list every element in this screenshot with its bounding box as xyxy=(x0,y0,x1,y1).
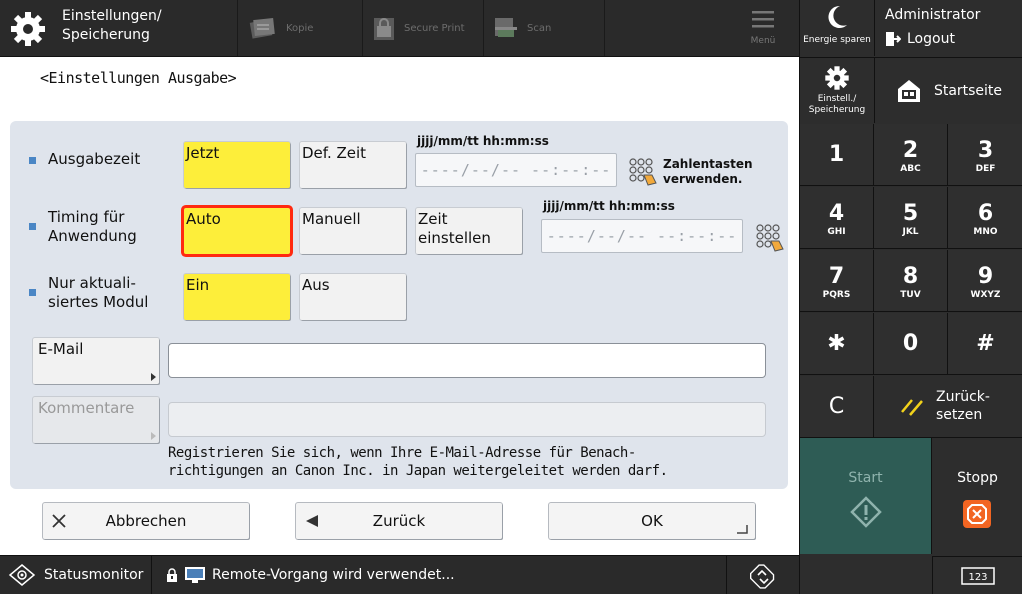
keypad-123-icon: 123 xyxy=(961,567,995,585)
option-auto[interactable]: Auto xyxy=(184,208,290,254)
user-box: Administrator Logout xyxy=(874,0,1022,56)
bullet-icon xyxy=(29,157,36,164)
energy-saver-button[interactable]: Energie sparen xyxy=(800,0,874,56)
timing-datetime-field[interactable]: ----/--/-- --:--:-- xyxy=(541,219,743,253)
info-text: Registrieren Sie sich, wenn Ihre E-Mail-… xyxy=(168,445,668,479)
arrow-right-icon xyxy=(151,373,156,381)
back-button[interactable]: Zurück xyxy=(296,503,502,539)
option-def-zeit[interactable]: Def. Zeit xyxy=(300,142,406,188)
stop-icon xyxy=(963,500,991,528)
back-arrow-icon xyxy=(306,515,318,527)
ausgabezeit-datetime-field[interactable]: ----/--/-- --:--:-- xyxy=(415,153,617,187)
remote-operation-button[interactable] xyxy=(726,556,799,594)
moon-icon xyxy=(828,5,847,28)
key-0[interactable]: 0 xyxy=(874,313,948,375)
copy-function-button[interactable]: Kopie xyxy=(248,0,313,56)
settings-register-button[interactable]: Einstell./ Speicherung xyxy=(800,57,874,123)
key-hash[interactable]: # xyxy=(948,313,1022,375)
cancel-button[interactable]: Abbrechen xyxy=(43,503,249,539)
lock-icon xyxy=(167,568,177,582)
comments-button: Kommentare xyxy=(33,397,159,443)
user-name: Administrator xyxy=(885,7,981,23)
email-input[interactable] xyxy=(168,343,766,378)
key-4[interactable]: 4 GHI xyxy=(800,187,874,249)
key-2[interactable]: 2 ABC xyxy=(874,124,948,186)
key-asterisk[interactable]: ✱ xyxy=(800,313,874,375)
datetime-format-label: jjjj/mm/tt hh:mm:ss xyxy=(543,199,675,213)
label-ausgabezeit: Ausgabezeit xyxy=(48,150,141,168)
home-icon xyxy=(897,79,920,102)
keyboard-123-button[interactable]: 123 xyxy=(932,556,1022,594)
key-7[interactable]: 7 PQRS xyxy=(800,250,874,312)
status-message: Remote-Vorgang wird verwendet... xyxy=(166,556,455,594)
scan-function-button[interactable]: Scan xyxy=(493,0,551,56)
gear-icon xyxy=(825,66,849,90)
close-icon xyxy=(52,514,66,528)
key-5[interactable]: 5 JKL xyxy=(874,187,948,249)
main-area: <Einstellungen Ausgabe> Ausgabezeit Jetz… xyxy=(0,57,799,555)
status-bar: Statusmonitor Remote-Vorgang wird verwen… xyxy=(0,555,799,594)
secure-print-function-button[interactable]: Secure Print xyxy=(372,0,465,56)
bullet-icon xyxy=(29,289,36,296)
key-8[interactable]: 8 TUV xyxy=(874,250,948,312)
logout-button[interactable]: Logout xyxy=(885,31,955,47)
page-title: <Einstellungen Ausgabe> xyxy=(40,69,237,87)
key-3[interactable]: 3 DEF xyxy=(948,124,1022,186)
label-timing: Timing für Anwendung xyxy=(48,208,137,245)
menu-button[interactable]: Menü xyxy=(727,0,799,56)
key-9[interactable]: 9 WXYZ xyxy=(948,250,1022,312)
start-button[interactable]: Start xyxy=(800,438,932,554)
copy-icon xyxy=(249,17,275,39)
bullet-icon xyxy=(29,223,36,230)
lock-icon xyxy=(374,18,394,40)
home-button[interactable]: Startseite xyxy=(874,57,1022,123)
reset-slash-icon xyxy=(901,399,923,416)
status-monitor-eye-icon xyxy=(8,564,36,586)
key-1[interactable]: 1 xyxy=(800,124,874,186)
logout-icon xyxy=(886,32,901,46)
option-manuell[interactable]: Manuell xyxy=(300,208,406,254)
settings-gear-icon[interactable] xyxy=(8,9,48,49)
comments-input xyxy=(168,402,766,437)
numkeys-hint: Zahlentasten verwenden. xyxy=(663,157,753,186)
stop-button[interactable]: Stopp xyxy=(932,438,1022,554)
key-clear[interactable]: C xyxy=(800,376,874,438)
email-button[interactable]: E-Mail xyxy=(33,338,159,384)
corner-return-icon xyxy=(737,525,748,534)
option-jetzt[interactable]: Jetzt xyxy=(184,142,290,188)
hamburger-menu-icon xyxy=(752,11,774,28)
numeric-keys-icon[interactable] xyxy=(628,157,658,187)
arrow-right-icon xyxy=(151,432,156,440)
reset-button[interactable]: Zurück- setzen xyxy=(874,376,1022,438)
right-control-panel: Energie sparen Administrator Logout Eins… xyxy=(799,0,1022,594)
numeric-keypad: 1 2 ABC 3 DEF 4 GHI 5 JKL 6 MNO 7 PQRS 8 TUV 9W… xyxy=(800,124,1022,438)
keypad-123-label: 123 xyxy=(968,572,987,583)
datetime-format-label: jjjj/mm/tt hh:mm:ss xyxy=(417,134,549,148)
scan-icon xyxy=(495,18,517,37)
monitor-icon xyxy=(185,567,205,583)
start-diamond-icon xyxy=(850,496,882,528)
option-zeit-einstellen[interactable]: Zeit einstellen xyxy=(416,208,522,254)
label-modul: Nur aktuali- siertes Modul xyxy=(48,274,149,311)
option-aus[interactable]: Aus xyxy=(300,274,406,320)
key-6[interactable]: 6 MNO xyxy=(948,187,1022,249)
settings-title[interactable]: Einstellungen/ Speicherung xyxy=(62,7,162,45)
option-ein[interactable]: Ein xyxy=(184,274,290,320)
status-monitor-button[interactable]: Statusmonitor xyxy=(0,556,152,594)
top-bar: Einstellungen/ Speicherung Kopie Secure … xyxy=(0,0,799,57)
remote-operation-icon xyxy=(750,564,775,589)
ok-button[interactable]: OK xyxy=(549,503,755,539)
numeric-keys-icon[interactable] xyxy=(755,223,785,253)
